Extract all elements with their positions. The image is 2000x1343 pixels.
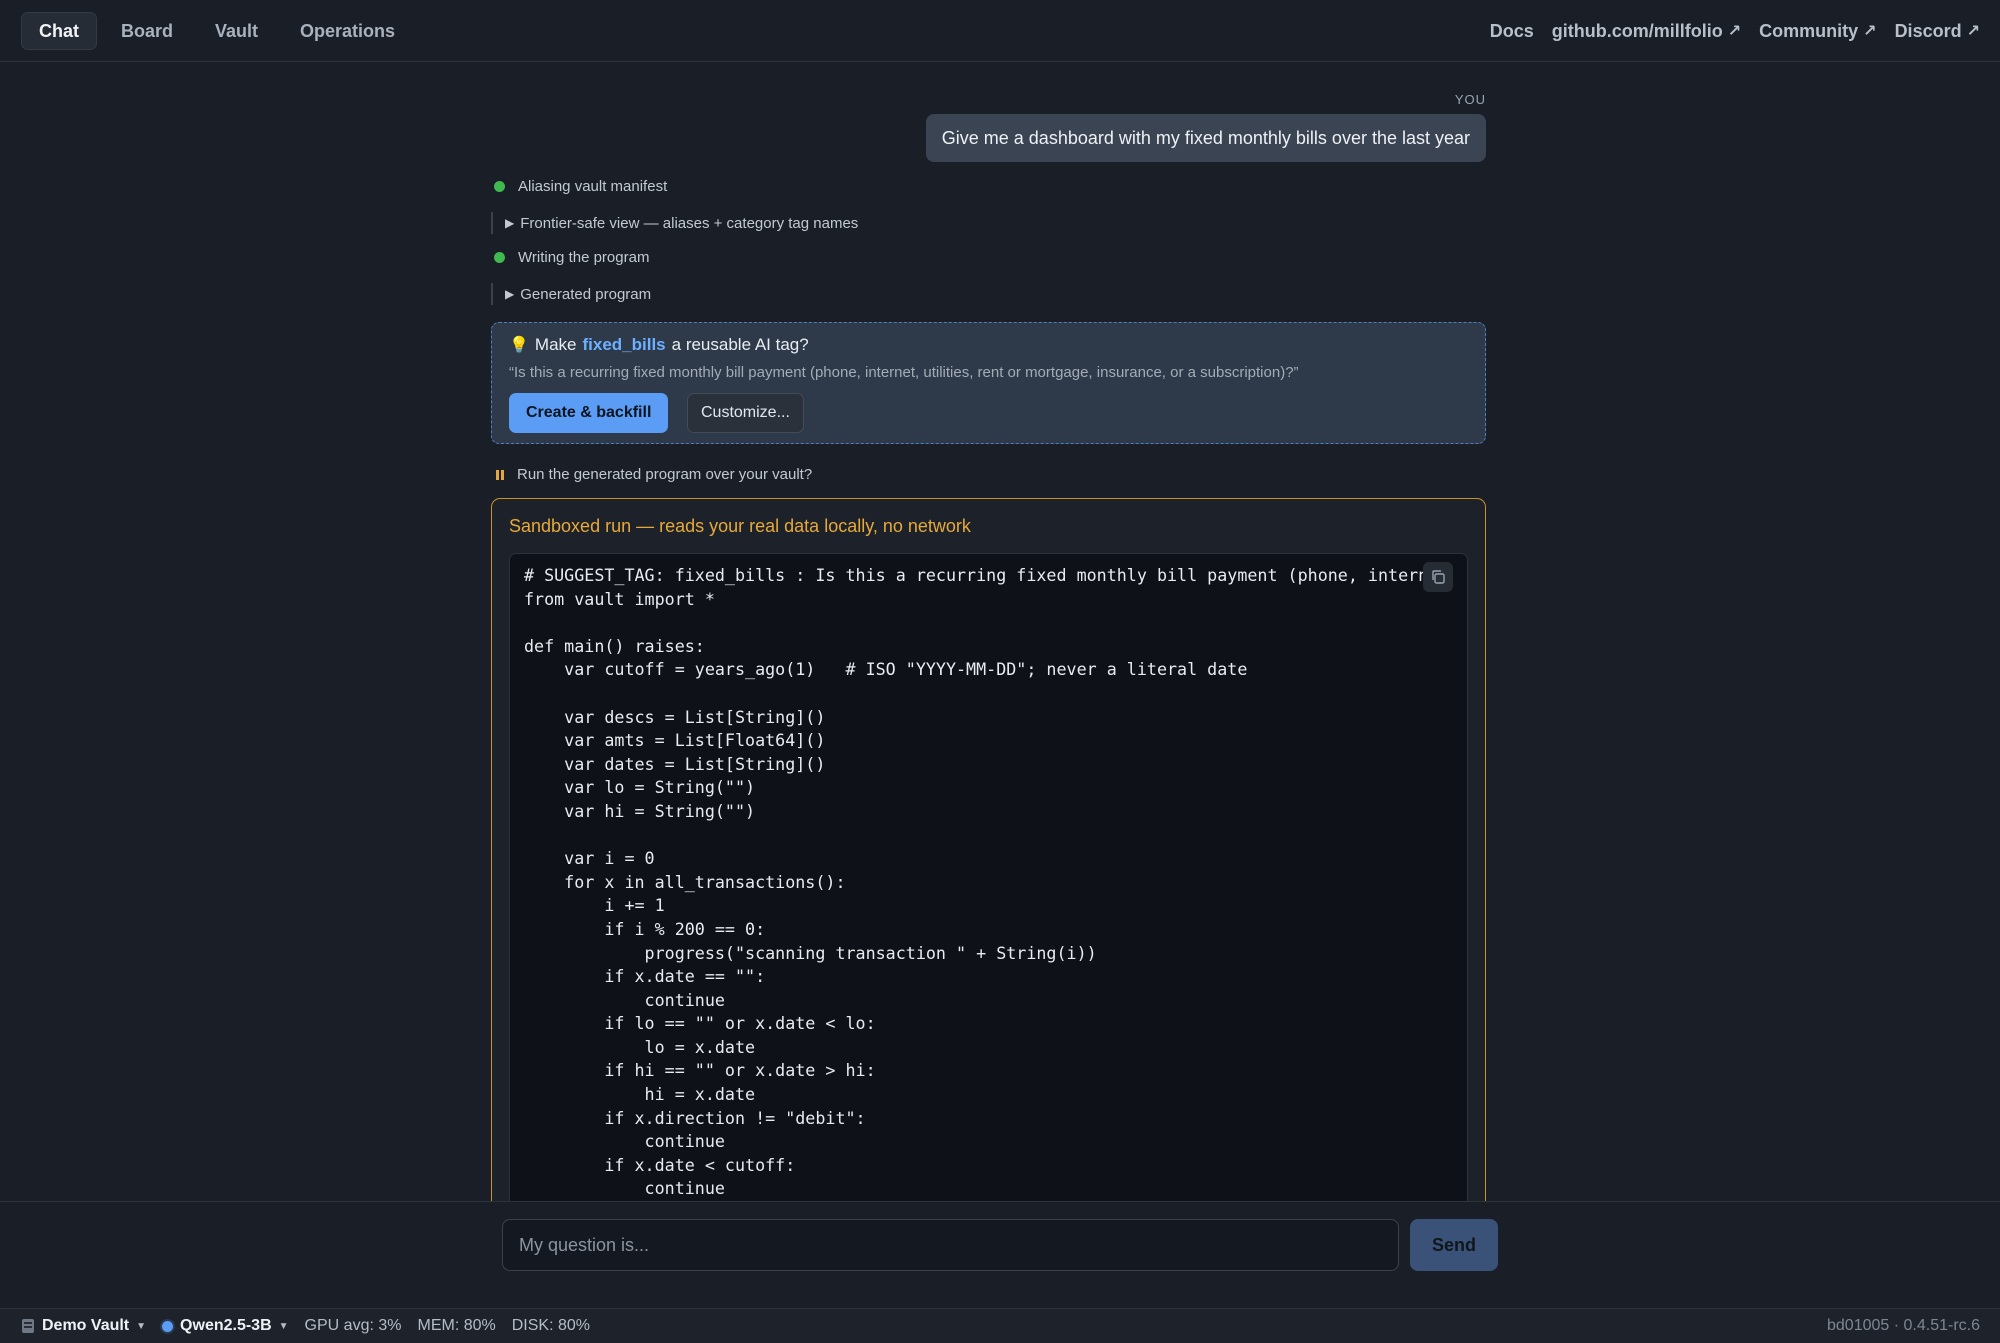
disclosure-generated-program[interactable]: ▶ Generated program xyxy=(491,283,651,305)
link-community-label: Community xyxy=(1759,20,1859,41)
copy-button[interactable] xyxy=(1423,562,1453,592)
status-left: Demo Vault ▼ Qwen2.5-3B ▼ GPU avg: 3% ME… xyxy=(21,1317,590,1335)
status-dot-icon xyxy=(494,181,505,192)
model-name: Qwen2.5-3B xyxy=(180,1317,272,1334)
vault-name: Demo Vault xyxy=(42,1317,130,1334)
disclosure-triangle-icon: ▶ xyxy=(505,216,515,230)
disclosure-frontier-view[interactable]: ▶ Frontier-safe view — aliases + categor… xyxy=(491,212,858,234)
external-link-icon: ↗ xyxy=(1863,23,1877,40)
customize-button[interactable]: Customize... xyxy=(687,393,804,433)
create-backfill-button[interactable]: Create & backfill xyxy=(509,393,669,433)
model-selector[interactable]: Qwen2.5-3B ▼ xyxy=(162,1317,289,1335)
link-docs[interactable]: Docs xyxy=(1490,21,1534,42)
program-code: # SUGGEST_TAG: fixed_bills : Is this a r… xyxy=(524,565,1444,1199)
sandbox-run-panel: Sandboxed run — reads your real data loc… xyxy=(491,498,1486,1201)
link-docs-label: Docs xyxy=(1489,20,1534,41)
link-discord[interactable]: Discord ↗ xyxy=(1895,21,1980,42)
vault-icon xyxy=(22,1319,34,1333)
external-link-icon: ↗ xyxy=(1727,23,1742,40)
chat-thread: YOU Give me a dashboard with my fixed mo… xyxy=(491,62,1486,1201)
link-github[interactable]: github.com/millfolio ↗ xyxy=(1552,21,1741,42)
pending-run-step: Run the generated program over your vaul… xyxy=(496,466,812,483)
suggestion-question: “Is this a recurring fixed monthly bill … xyxy=(509,364,1299,381)
tag-suggestion-card: 💡 Make fixed_bills a reusable AI tag? “I… xyxy=(491,322,1486,444)
build-version: bd01005 · 0.4.51-rc.6 xyxy=(1827,1317,1980,1334)
external-link-icon: ↗ xyxy=(1966,23,1980,40)
chevron-down-icon: ▼ xyxy=(136,1320,147,1332)
question-input[interactable] xyxy=(502,1219,1399,1271)
suggestion-suffix: a reusable AI tag? xyxy=(671,335,809,354)
status-bar: Demo Vault ▼ Qwen2.5-3B ▼ GPU avg: 3% ME… xyxy=(0,1308,2000,1343)
step-aliasing: Aliasing vault manifest xyxy=(494,178,667,195)
link-community[interactable]: Community ↗ xyxy=(1759,21,1876,42)
tab-vault[interactable]: Vault xyxy=(197,12,276,50)
suggestion-title: 💡 Make fixed_bills a reusable AI tag? xyxy=(509,335,809,355)
nav-links: Docs github.com/millfolio ↗ Community ↗ Di… xyxy=(1490,12,1980,50)
step-label: Aliasing vault manifest xyxy=(518,178,668,195)
lightbulb-icon: 💡 xyxy=(509,337,529,354)
you-label: YOU xyxy=(1454,92,1486,107)
pending-label: Run the generated program over your vaul… xyxy=(517,466,813,483)
composer: Send xyxy=(0,1201,2000,1285)
vault-selector[interactable]: Demo Vault ▼ xyxy=(21,1317,146,1335)
mem-usage: MEM: 80% xyxy=(417,1317,496,1334)
copy-icon xyxy=(1432,570,1445,584)
send-button[interactable]: Send xyxy=(1410,1219,1498,1271)
step-label: Writing the program xyxy=(518,249,650,266)
disclosure-label: Generated program xyxy=(520,285,652,303)
step-writing-program: Writing the program xyxy=(494,249,649,266)
suggestion-prefix: Make xyxy=(534,335,577,354)
tab-chat[interactable]: Chat xyxy=(21,12,97,50)
top-nav: Chat Board Vault Operations Docs github.… xyxy=(0,0,2000,62)
link-discord-label: Discord xyxy=(1894,20,1962,41)
chevron-down-icon: ▼ xyxy=(278,1320,289,1332)
tab-operations[interactable]: Operations xyxy=(282,12,413,50)
disclosure-label: Frontier-safe view — aliases + category … xyxy=(520,214,859,232)
tab-board[interactable]: Board xyxy=(103,12,191,50)
status-dot-icon xyxy=(494,252,505,263)
suggestion-tag-name: fixed_bills xyxy=(582,335,666,354)
sandbox-title: Sandboxed run — reads your real data loc… xyxy=(509,516,971,536)
link-github-label: github.com/millfolio xyxy=(1551,20,1723,41)
disk-usage: DISK: 80% xyxy=(511,1317,590,1334)
disclosure-triangle-icon: ▶ xyxy=(505,287,515,301)
user-message: Give me a dashboard with my fixed monthl… xyxy=(925,114,1486,162)
code-block[interactable]: # SUGGEST_TAG: fixed_bills : Is this a r… xyxy=(509,553,1468,1201)
gpu-usage: GPU avg: 3% xyxy=(304,1317,402,1334)
model-status-icon xyxy=(162,1320,174,1332)
nav-tabs: Chat Board Vault Operations xyxy=(21,12,413,50)
pause-icon xyxy=(496,469,504,480)
